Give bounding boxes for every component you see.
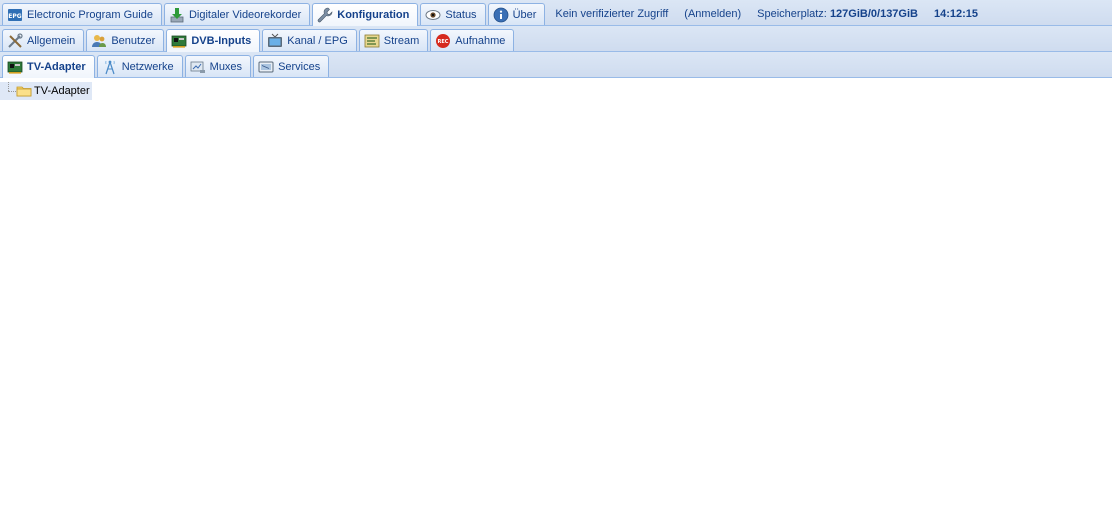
stream-icon: [364, 33, 380, 49]
tab-label: Konfiguration: [337, 9, 410, 21]
tab-label: Status: [445, 8, 477, 21]
info-icon: [493, 7, 509, 23]
rec-icon: REC: [435, 33, 451, 49]
tab-kanal-epg[interactable]: Kanal / EPG: [262, 29, 357, 51]
tab-benutzer[interactable]: Benutzer: [86, 29, 165, 51]
tab-muxes[interactable]: Muxes: [184, 55, 252, 77]
tab-label: Allgemein: [27, 34, 76, 47]
storage-info: Speicherplatz: 127GiB/0/137GiB: [757, 8, 918, 20]
storage-label: Speicherplatz:: [757, 8, 827, 20]
tab-label: Muxes: [209, 60, 243, 73]
tab-label: Stream: [383, 34, 420, 47]
storage-value: 127GiB/0/137GiB: [829, 8, 918, 20]
tab-stream[interactable]: Stream: [358, 29, 429, 51]
access-status: Kein verifizierter Zugriff: [555, 8, 669, 20]
clock: 14:12:15: [934, 8, 979, 20]
tab-label: Digitaler Videorekorder: [188, 8, 302, 21]
users-icon: [91, 33, 107, 49]
tab-dvr[interactable]: Digitaler Videorekorder: [163, 3, 311, 25]
dvb-tab-bar: TV-Adapter Netzwerke Muxes Services: [0, 52, 1112, 78]
eye-icon: [425, 7, 441, 23]
tab-services[interactable]: Services: [253, 55, 330, 77]
tab-label: Aufnahme: [455, 34, 506, 47]
tab-label: Electronic Program Guide: [27, 8, 153, 21]
svg-text:REC: REC: [438, 39, 449, 45]
tv-card-icon: [7, 59, 23, 75]
tab-dvb-inputs[interactable]: DVB-Inputs: [166, 29, 261, 52]
tab-label: Über: [512, 8, 537, 21]
main-tab-bar: EPG Electronic Program Guide Digitaler V…: [0, 0, 1112, 26]
tab-label: DVB-Inputs: [191, 35, 252, 47]
tv-card-icon: [171, 33, 187, 49]
tab-epg[interactable]: EPG Electronic Program Guide: [2, 3, 162, 25]
tab-konfiguration[interactable]: Konfiguration: [312, 3, 419, 26]
tab-aufnahme[interactable]: REC Aufnahme: [430, 29, 515, 51]
tab-label: Services: [278, 60, 321, 73]
tab-netzwerke[interactable]: Netzwerke: [96, 55, 183, 77]
tab-allgemein[interactable]: Allgemein: [2, 29, 85, 51]
svg-text:EPG: EPG: [8, 13, 21, 20]
satellite-icon: [190, 59, 206, 75]
tab-label: TV-Adapter: [27, 61, 86, 73]
tools-icon: [7, 32, 23, 49]
tab-status[interactable]: Status: [420, 3, 486, 25]
status-area: Kein verifizierter Zugriff (Anmelden) Sp…: [555, 3, 994, 25]
tree-panel: TV-Adapter: [0, 78, 1112, 513]
config-tab-bar: Allgemein Benutzer DVB-Inputs Kanal / EP…: [0, 26, 1112, 52]
tab-label: Kanal / EPG: [287, 34, 348, 47]
tab-label: Benutzer: [111, 34, 156, 47]
wrench-icon: [317, 7, 333, 23]
tree-elbow: [0, 82, 16, 100]
tree-node-label: TV-Adapter: [34, 85, 90, 97]
epg-icon: EPG: [7, 7, 23, 23]
tab-label: Netzwerke: [121, 60, 174, 73]
tab-ueber[interactable]: Über: [487, 3, 546, 25]
tree-node-tv-adapter[interactable]: TV-Adapter: [0, 82, 92, 100]
services-icon: [258, 59, 274, 75]
login-link[interactable]: (Anmelden): [684, 8, 741, 20]
antenna-icon: [102, 59, 118, 75]
tv-icon: [267, 33, 283, 49]
folder-icon: [16, 83, 32, 99]
tab-tv-adapter[interactable]: TV-Adapter: [2, 55, 95, 78]
download-icon: [169, 7, 185, 23]
